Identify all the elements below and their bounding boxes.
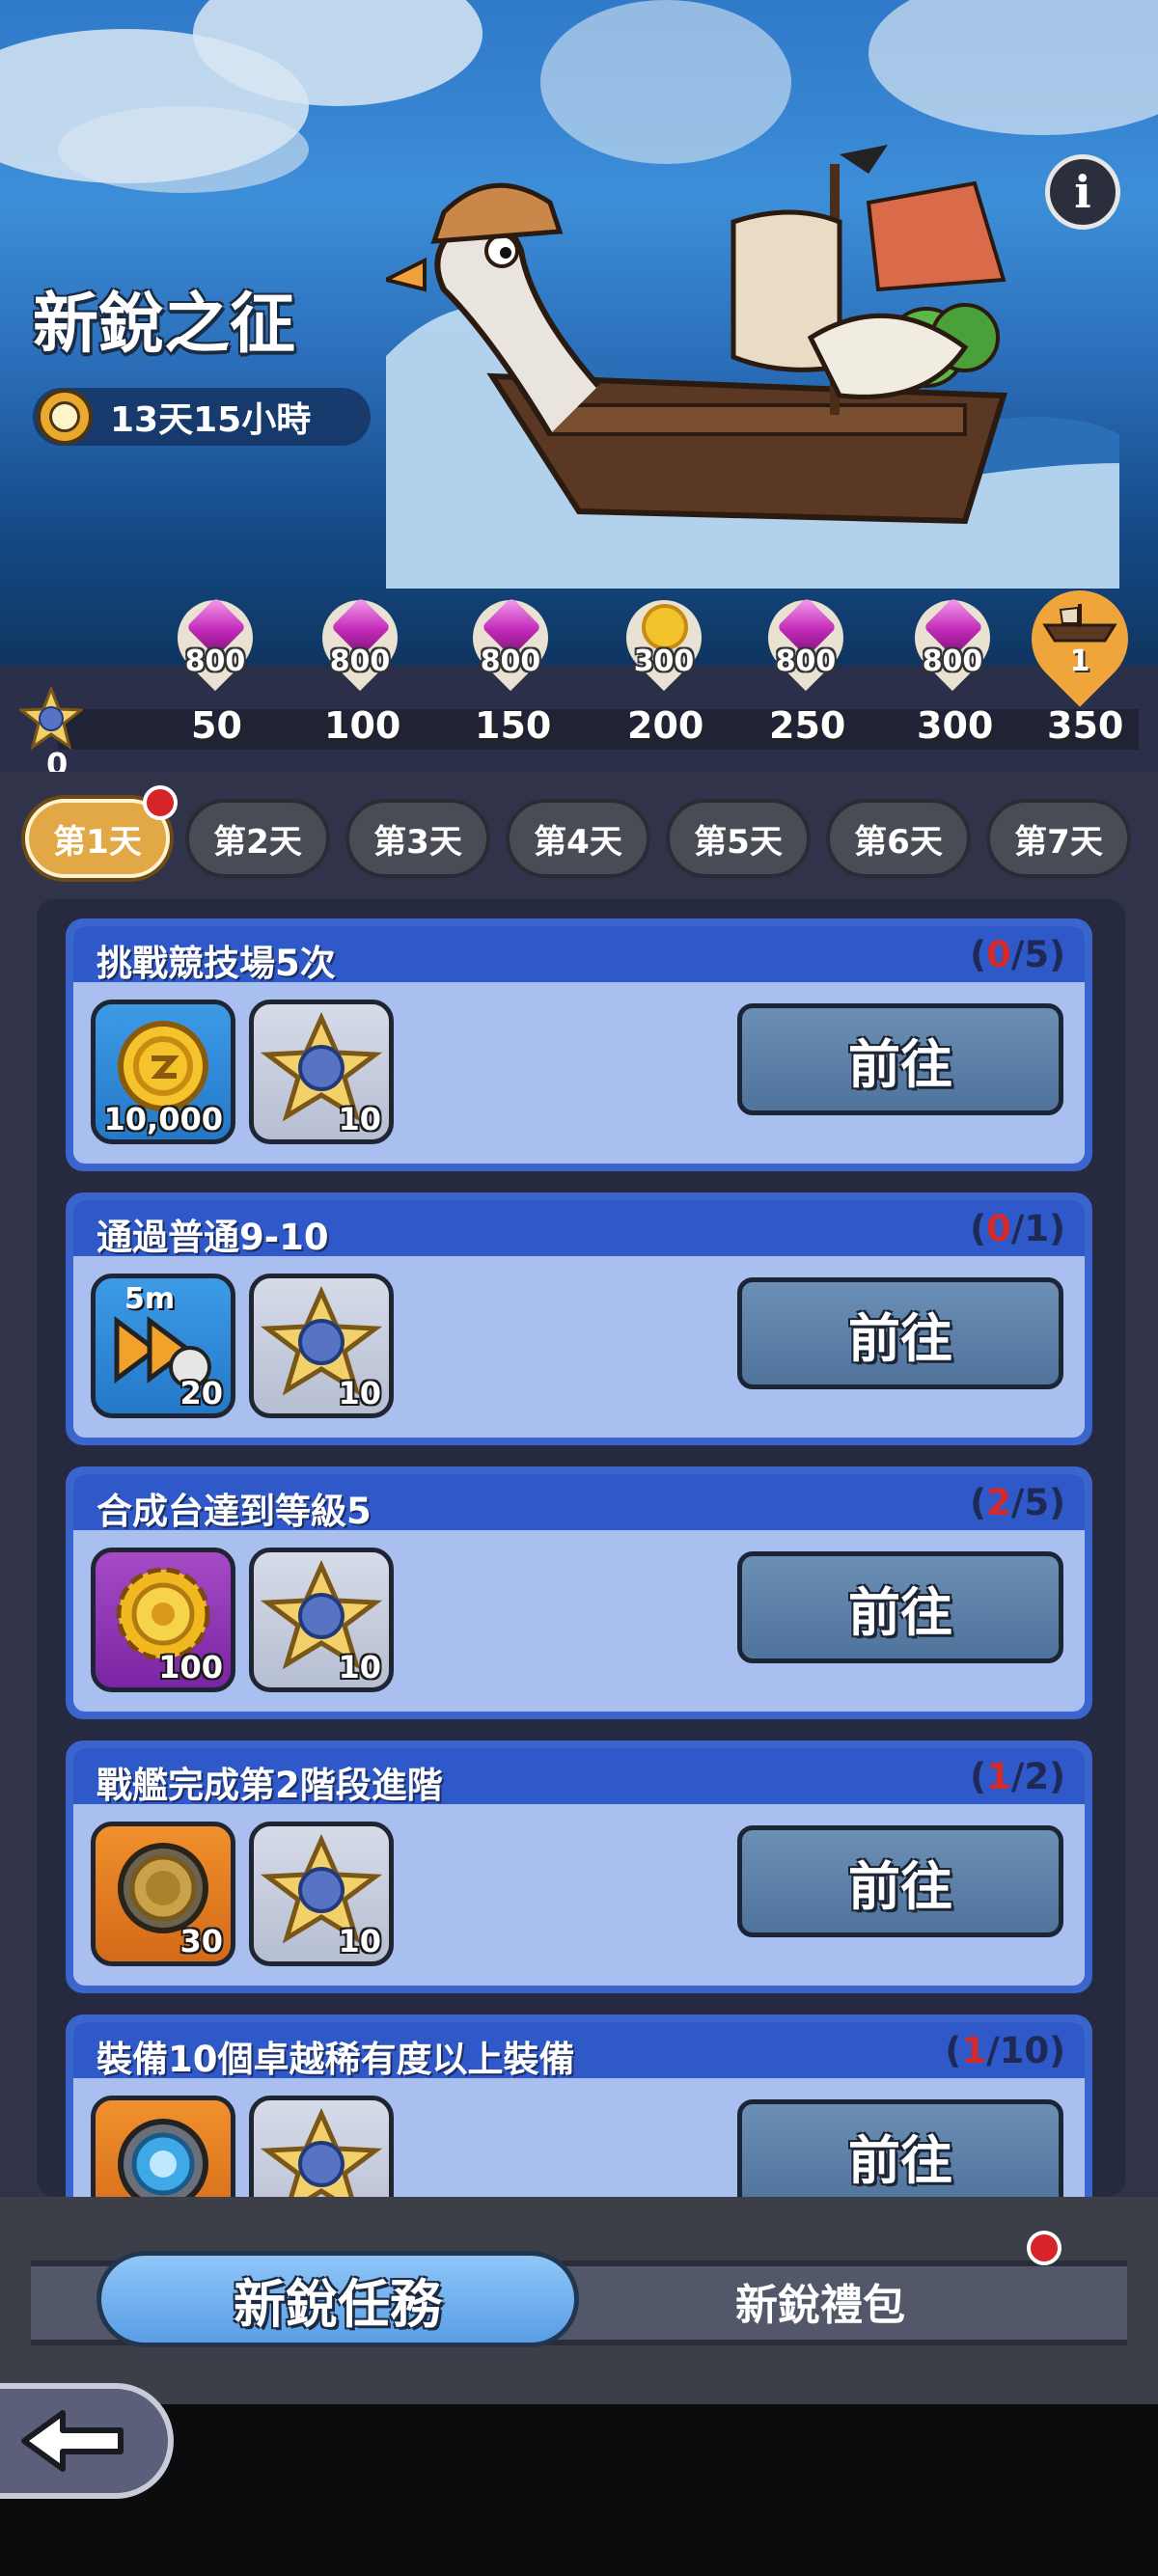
reward-item[interactable]: 100 <box>91 1548 235 1692</box>
tab-day-3[interactable]: 第3天 <box>345 799 490 878</box>
timer-text: 13天15小時 <box>110 400 312 440</box>
milestone-amount: 1 <box>1069 644 1090 678</box>
anchor-star-icon <box>260 2107 383 2197</box>
cloud <box>868 0 1158 135</box>
reward-item[interactable] <box>91 2096 235 2197</box>
reward-item[interactable]: 10 <box>249 1000 394 1144</box>
go-button[interactable]: 前往 <box>737 1277 1063 1389</box>
milestone-reward[interactable]: 800 <box>306 584 414 692</box>
milestone-amount: 800 <box>775 644 837 678</box>
notification-dot-icon <box>1027 2231 1062 2265</box>
quest-title: 裝備10個卓越稀有度以上裝備 <box>96 2039 575 2080</box>
reward-item[interactable]: 10 <box>249 1548 394 1692</box>
back-arrow-icon <box>21 2410 124 2472</box>
milestone-points: 300 <box>917 704 994 747</box>
milestone-amount: 800 <box>184 644 246 678</box>
quest-card: 挑戰競技場5次 (0/5) 10,000 10 前往 <box>66 918 1092 1171</box>
quest-card: 裝備10個卓越稀有度以上裝備 (1/10) 前往 <box>66 2014 1092 2197</box>
milestone-amount: 300 <box>633 644 695 678</box>
event-timer: 13天15小時 <box>33 388 371 446</box>
tab-day-2[interactable]: 第2天 <box>185 799 330 878</box>
milestone-points: 200 <box>627 704 704 747</box>
go-button[interactable]: 前往 <box>737 1825 1063 1937</box>
quest-progress: (2/5) <box>970 1482 1065 1523</box>
reward-count: 10 <box>338 1101 381 1137</box>
reward-item[interactable]: 5m 20 <box>91 1274 235 1418</box>
gold-gear-icon <box>642 604 688 650</box>
reward-count: 10,000 <box>103 1101 223 1137</box>
info-button[interactable]: i <box>1045 154 1120 230</box>
portal-ring-icon <box>118 2119 208 2197</box>
milestone-amount: 800 <box>329 644 391 678</box>
quest-progress: (0/1) <box>970 1208 1065 1249</box>
reward-item[interactable] <box>249 2096 394 2197</box>
reward-count: 10 <box>338 1923 381 1959</box>
reward-item[interactable]: 10,000 <box>91 1000 235 1144</box>
reward-duration: 5m <box>124 1282 176 1316</box>
back-button[interactable] <box>0 2383 174 2499</box>
milestone-reward[interactable]: 800 <box>898 584 1006 692</box>
quest-progress: (1/10) <box>945 2030 1065 2071</box>
ship-icon <box>1042 604 1117 643</box>
reward-item[interactable]: 30 <box>91 1822 235 1966</box>
reward-item[interactable]: 10 <box>249 1822 394 1966</box>
quest-list[interactable]: 挑戰競技場5次 (0/5) 10,000 10 前往 通過普通9-10 (0/1… <box>37 899 1125 2197</box>
milestone-reward-final[interactable]: 1 <box>1011 570 1148 707</box>
quest-title: 合成台達到等級5 <box>96 1491 372 1532</box>
go-button[interactable]: 前往 <box>737 1551 1063 1663</box>
reward-count: 30 <box>179 1923 223 1959</box>
anchor-star-icon <box>19 687 83 751</box>
reward-count: 20 <box>179 1375 223 1411</box>
event-title: 新銳之征 <box>33 287 296 363</box>
event-banner: 新銳之征 13天15小時 i <box>0 0 1158 666</box>
milestone-reward[interactable]: 300 <box>610 584 718 692</box>
footer-bar <box>0 2404 1158 2576</box>
tab-day-5[interactable]: 第5天 <box>666 799 811 878</box>
quest-card: 通過普通9-10 (0/1) 5m 20 10 前往 <box>66 1192 1092 1445</box>
quest-title: 挑戰競技場5次 <box>96 943 336 984</box>
milestone-reward[interactable]: 800 <box>161 584 269 692</box>
milestone-points: 50 <box>191 704 242 747</box>
tab-day-4[interactable]: 第4天 <box>506 799 650 878</box>
quest-card: 戰艦完成第2階段進階 (1/2) 30 10 前往 <box>66 1740 1092 1993</box>
milestone-reward[interactable]: 800 <box>456 584 565 692</box>
milestone-amount: 800 <box>922 644 983 678</box>
quest-progress: (1/2) <box>970 1756 1065 1797</box>
ship-illustration-icon <box>386 145 1119 589</box>
stopwatch-icon <box>37 389 93 445</box>
tab-rookie-quests[interactable]: 新銳任務 <box>96 2251 579 2347</box>
tab-day-7[interactable]: 第7天 <box>986 799 1131 878</box>
go-button[interactable]: 前往 <box>737 1003 1063 1115</box>
quest-title: 戰艦完成第2階段進階 <box>96 1765 443 1806</box>
tab-rookie-packs[interactable]: 新銳禮包 <box>618 2262 1023 2340</box>
notification-dot-icon <box>143 785 178 820</box>
reward-item[interactable]: 10 <box>249 1274 394 1418</box>
milestone-points: 250 <box>769 704 846 747</box>
milestone-points: 150 <box>475 704 552 747</box>
reward-count: 10 <box>338 1375 381 1411</box>
reward-count: 100 <box>158 1649 223 1685</box>
reward-count: 10 <box>338 1649 381 1685</box>
quest-progress: (0/5) <box>970 934 1065 975</box>
milestone-amount: 800 <box>480 644 541 678</box>
quest-card: 合成台達到等級5 (2/5) 100 10 前往 <box>66 1466 1092 1719</box>
cloud <box>540 0 791 164</box>
milestone-points: 100 <box>324 704 401 747</box>
cloud <box>58 106 309 193</box>
milestone-points: 350 <box>1047 704 1124 747</box>
quest-title: 通過普通9-10 <box>96 1217 329 1258</box>
go-button[interactable]: 前往 <box>737 2099 1063 2197</box>
milestone-reward[interactable]: 800 <box>752 584 860 692</box>
tab-day-6[interactable]: 第6天 <box>826 799 971 878</box>
